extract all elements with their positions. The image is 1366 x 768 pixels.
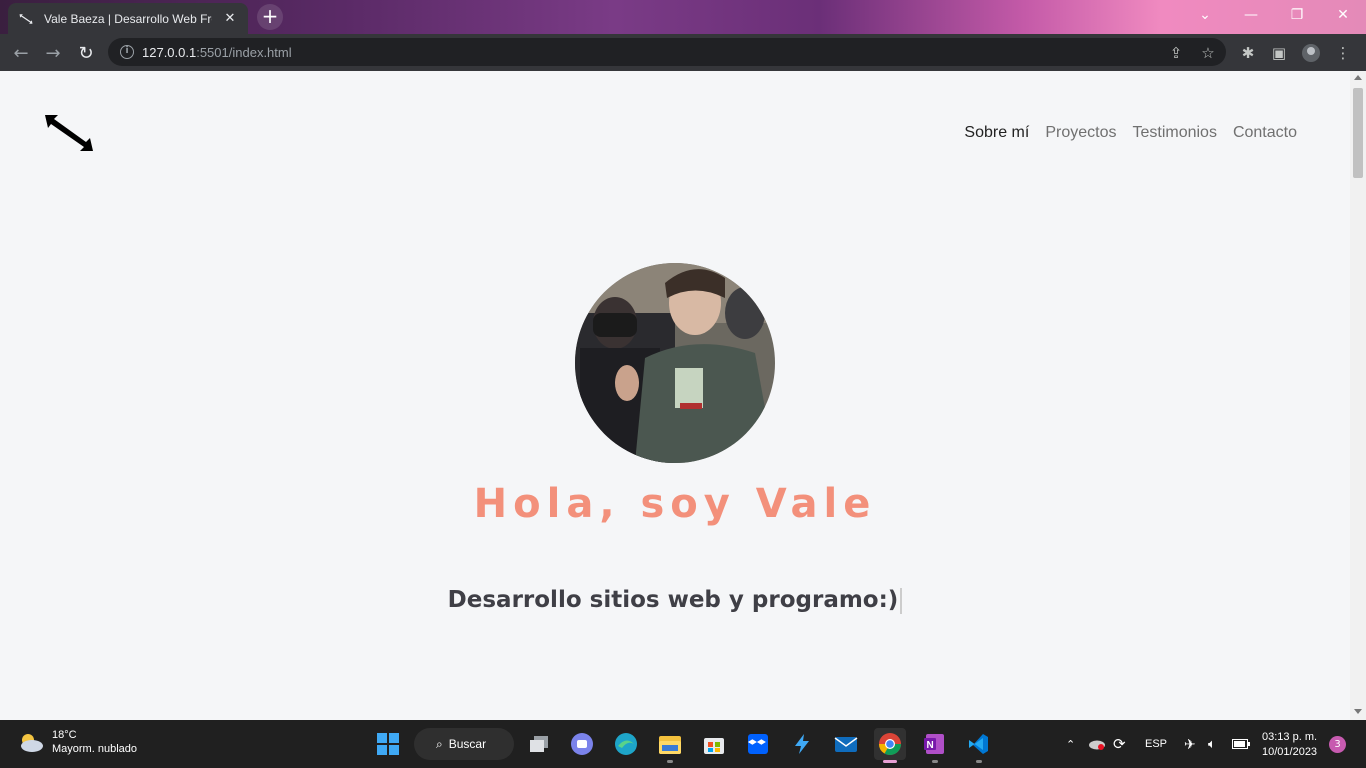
vscode-icon[interactable]	[962, 728, 994, 760]
running-indicator	[667, 760, 673, 763]
edge-icon[interactable]	[610, 728, 642, 760]
cloud-sun-icon	[21, 734, 43, 752]
azure-data-studio-icon[interactable]	[786, 728, 818, 760]
typing-cursor	[900, 587, 903, 614]
nav-proyectos[interactable]: Proyectos	[1045, 124, 1116, 142]
onedrive-icon[interactable]	[1088, 720, 1106, 768]
task-view-icon[interactable]	[523, 728, 555, 760]
main-nav: Sobre mí Proyectos Testimonios Contacto	[964, 124, 1297, 142]
running-indicator	[976, 760, 982, 763]
language-indicator[interactable]: ESP	[1145, 720, 1167, 768]
dropbox-icon[interactable]	[742, 728, 774, 760]
page-viewport: Sobre mí Proyectos Testimonios Contacto …	[0, 71, 1350, 720]
weather-temp: 18°C	[52, 729, 77, 741]
info-icon[interactable]: i	[120, 45, 134, 59]
teams-chat-icon[interactable]	[566, 728, 598, 760]
extensions-icon[interactable]: ✱	[1237, 42, 1259, 64]
star-icon[interactable]: ☆	[1197, 42, 1219, 64]
mail-icon[interactable]	[830, 728, 862, 760]
chrome-icon[interactable]	[874, 728, 906, 760]
running-indicator	[932, 760, 938, 763]
page-scrollbar[interactable]	[1350, 71, 1366, 720]
weather-desc: Mayorm. nublado	[52, 743, 137, 755]
scroll-thumb[interactable]	[1353, 88, 1363, 178]
address-bar[interactable]: i 127.0.0.1:5501/index.html	[108, 38, 1226, 66]
tab-search-icon[interactable]: ⌄	[1182, 0, 1228, 30]
nav-contacto[interactable]: Contacto	[1233, 124, 1297, 142]
clock[interactable]: 03:13 p. m. 10/01/2023	[1262, 730, 1317, 760]
sync-icon[interactable]: ⟳	[1113, 720, 1126, 768]
new-tab-button[interactable]: +	[257, 4, 283, 30]
weather-widget[interactable]: 18°C Mayorm. nublado	[16, 728, 137, 756]
forward-icon[interactable]: →	[40, 40, 66, 66]
onenote-icon[interactable]: N	[918, 728, 950, 760]
site-favicon-icon	[18, 11, 34, 27]
battery-icon[interactable]	[1232, 720, 1250, 768]
back-icon[interactable]: ←	[8, 40, 34, 66]
profile-photo	[575, 263, 775, 463]
search-icon: ⌕	[436, 736, 443, 751]
scroll-up-icon[interactable]	[1354, 75, 1362, 80]
airplane-mode-icon[interactable]: ✈	[1184, 720, 1196, 768]
sidepanel-icon[interactable]: ▣	[1268, 42, 1290, 64]
nav-sobre-mi[interactable]: Sobre mí	[964, 124, 1029, 142]
start-button[interactable]	[372, 728, 404, 760]
windows-taskbar: 18°C Mayorm. nublado ⌕ Buscar N ⌃ ⟳ ESP …	[0, 720, 1366, 768]
logo-icon[interactable]	[44, 114, 94, 152]
menu-icon[interactable]: ⋮	[1332, 42, 1354, 64]
active-indicator	[883, 760, 897, 763]
hero-title: Hola, soy Vale	[473, 481, 877, 527]
browser-titlebar: Vale Baeza | Desarrollo Web Fron ✕ + ⌄ —…	[0, 0, 1366, 34]
volume-icon[interactable]: 🔈︎	[1208, 720, 1216, 768]
reload-icon[interactable]: ↻	[73, 40, 99, 66]
restore-button[interactable]: ❐	[1274, 0, 1320, 30]
tab-title: Vale Baeza | Desarrollo Web Fron	[44, 11, 212, 26]
minimize-button[interactable]: —	[1228, 0, 1274, 30]
svg-text:N: N	[927, 740, 934, 751]
share-icon[interactable]: ⇪	[1165, 42, 1187, 64]
notification-badge[interactable]: 3	[1329, 736, 1346, 753]
chevron-up-icon[interactable]: ⌃	[1066, 720, 1075, 768]
scroll-down-icon[interactable]	[1354, 709, 1362, 714]
url-text: 127.0.0.1:5501/index.html	[142, 44, 292, 60]
close-window-button[interactable]: ✕	[1320, 0, 1366, 30]
tab-close-icon[interactable]: ✕	[222, 11, 238, 26]
browser-toolbar: ← → ↻ i 127.0.0.1:5501/index.html ⇪ ☆ ✱ …	[0, 34, 1366, 71]
profile-icon[interactable]	[1300, 42, 1322, 64]
browser-tab[interactable]: Vale Baeza | Desarrollo Web Fron ✕	[8, 3, 248, 34]
taskbar-search[interactable]: ⌕ Buscar	[414, 728, 514, 760]
microsoft-store-icon[interactable]	[698, 728, 730, 760]
hero-subtitle: Desarrollo sitios web y programo:)	[0, 587, 1350, 614]
file-explorer-icon[interactable]	[654, 728, 686, 760]
nav-testimonios[interactable]: Testimonios	[1132, 124, 1216, 142]
